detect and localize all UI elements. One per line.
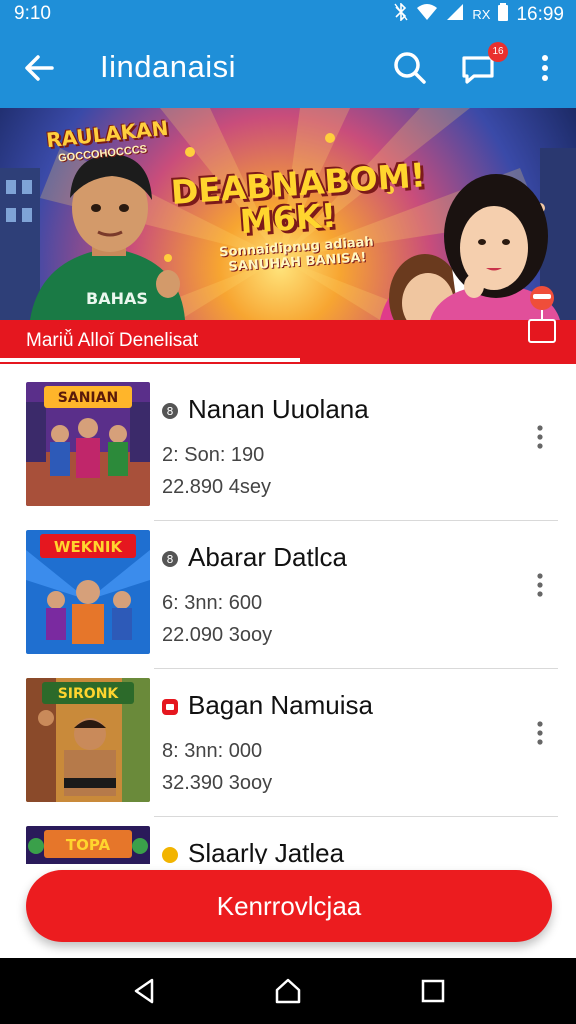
game-name: Nanan Uuolana [188, 394, 369, 424]
game-stat-secondary: 22.890 4sey [162, 476, 271, 498]
battery-icon [498, 3, 509, 26]
chat-badge: 16 [488, 42, 508, 62]
status-icons: RX 16:99 [394, 2, 564, 26]
list-item[interactable]: SANIAN 8 Nanan Uuolana 2: Son: 190 22.89… [0, 364, 576, 521]
wifi-icon [416, 3, 438, 26]
item-more-icon[interactable] [530, 718, 550, 748]
promo-banner[interactable]: BAHAS RAULAKAN GOCCOHOCCCS DEABNABOM! M6… [0, 108, 576, 320]
carrier-label: RX [472, 7, 491, 22]
rank-badge-icon [162, 699, 178, 715]
rank-badge-icon: 8 [162, 551, 178, 567]
promo-tag-button[interactable] [527, 286, 557, 344]
game-stat-secondary: 32.390 3ooy [162, 772, 273, 794]
item-more-icon[interactable] [530, 570, 550, 600]
game-stat-primary: 8: 3nn: 000 [162, 740, 263, 762]
app-bar: Iindanaisi 16 [0, 28, 576, 108]
back-button[interactable] [20, 48, 60, 88]
game-name: Abarar Datlca [188, 542, 347, 572]
promo-label: Mariǚ Alloǐ Denelisat [26, 330, 199, 351]
svg-text:8: 8 [167, 405, 174, 418]
thumb-title: SIRONK [58, 686, 120, 702]
thumb-title: SANIAN [58, 390, 118, 406]
game-thumbnail[interactable]: SIRONK [26, 678, 150, 802]
search-icon [394, 52, 426, 84]
app-title: Iindanaisi [100, 49, 236, 84]
list-item[interactable]: TOPA Slaarly Jatlea [0, 808, 576, 864]
signal-icon [446, 3, 464, 26]
promo-underline [0, 358, 300, 362]
back-arrow-icon [25, 55, 54, 81]
svg-text:BAHAS: BAHAS [86, 289, 148, 308]
more-options-button[interactable] [530, 48, 560, 88]
game-stat-primary: 6: 3nn: 600 [162, 592, 263, 614]
search-button[interactable] [390, 48, 430, 88]
status-bar: 9:10 RX 16:99 [0, 0, 576, 28]
game-name: Slaarly Jatlea [188, 838, 345, 864]
thumb-title: WEKNIK [54, 538, 124, 556]
rank-badge-icon [162, 847, 178, 863]
hero-boy-illustration: BAHAS [30, 154, 185, 320]
game-list: SANIAN 8 Nanan Uuolana 2: Son: 190 22.89… [0, 364, 576, 864]
more-vert-icon [542, 55, 548, 81]
tag-icon [528, 286, 556, 343]
nav-home-icon[interactable] [273, 976, 303, 1006]
game-name: Bagan Namuisa [188, 690, 373, 720]
status-right-time: 16:99 [516, 3, 564, 25]
game-thumbnail[interactable]: SANIAN [26, 382, 150, 506]
nav-back-icon[interactable] [130, 976, 160, 1006]
primary-cta-button[interactable]: Kenrrovlcjaa [26, 870, 552, 942]
game-thumbnail[interactable]: TOPA [26, 826, 150, 864]
list-item[interactable]: SIRONK Bagan Namuisa 8: 3nn: 000 32.390 … [0, 660, 576, 817]
system-nav-bar [0, 958, 576, 1024]
list-item[interactable]: WEKNIK 8 Abarar Datlca 6: 3nn: 600 22.09… [0, 512, 576, 669]
thumb-title: TOPA [66, 836, 111, 854]
svg-text:8: 8 [167, 553, 174, 566]
badge-shape [162, 847, 178, 863]
bluetooth-off-icon [394, 2, 408, 26]
nav-recents-icon[interactable] [418, 976, 448, 1006]
game-stat-primary: 2: Son: 190 [162, 444, 265, 466]
game-thumbnail[interactable]: WEKNIK [26, 530, 150, 654]
game-stat-secondary: 22.090 3ooy [162, 624, 273, 646]
item-more-icon[interactable] [530, 422, 550, 452]
rank-badge-icon: 8 [162, 403, 178, 419]
status-time: 9:10 [14, 3, 51, 24]
